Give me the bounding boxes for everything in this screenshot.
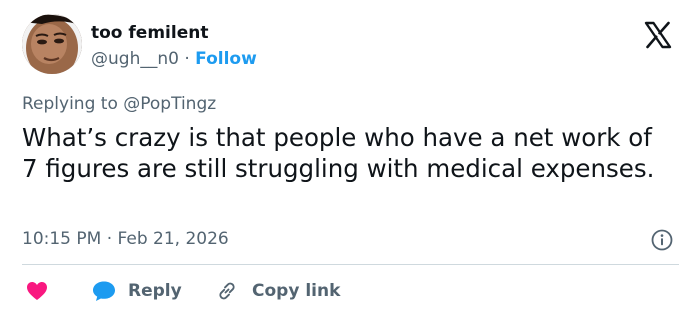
like-button[interactable] bbox=[26, 281, 48, 301]
reply-context: Replying to @PopTingz bbox=[22, 93, 216, 115]
tweet-timestamp[interactable]: 10:15 PM · Feb 21, 2026 bbox=[22, 228, 229, 250]
tweet-text: What’s crazy is that people who have a n… bbox=[22, 123, 655, 183]
tweet-card: too femilent @ugh__n0 · Follow Replying … bbox=[0, 0, 700, 318]
avatar-image bbox=[22, 14, 82, 74]
x-logo-icon[interactable] bbox=[643, 20, 673, 50]
copy-link-label: Copy link bbox=[252, 281, 341, 301]
copy-link-button[interactable]: Copy link bbox=[216, 278, 340, 304]
reply-button[interactable]: Reply bbox=[92, 278, 182, 304]
heart-icon bbox=[27, 282, 47, 300]
reply-label: Reply bbox=[128, 281, 182, 301]
follow-button[interactable]: Follow bbox=[195, 49, 257, 69]
meta-separator: · bbox=[184, 49, 190, 69]
author-display-name[interactable]: too femilent bbox=[91, 22, 208, 44]
reply-context-prefix: Replying to bbox=[22, 94, 118, 114]
link-icon bbox=[219, 282, 235, 300]
divider bbox=[22, 264, 679, 265]
avatar[interactable] bbox=[22, 14, 82, 74]
author-handle[interactable]: @ugh__n0 bbox=[91, 49, 179, 69]
action-bar: Reply Copy link bbox=[22, 278, 672, 304]
author-meta: @ugh__n0 · Follow bbox=[91, 48, 257, 70]
reply-target-handle[interactable]: @PopTingz bbox=[123, 94, 216, 114]
reply-bubble-icon bbox=[93, 281, 115, 301]
info-icon[interactable] bbox=[651, 229, 673, 251]
